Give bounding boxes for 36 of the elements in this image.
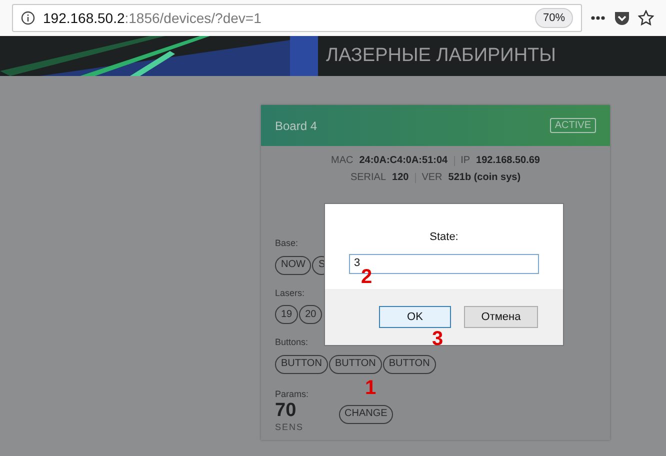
info-label: SERIAL: [350, 171, 386, 185]
pill-button[interactable]: BUTTON: [382, 354, 436, 374]
param-value: 70: [275, 401, 296, 421]
status-badge: ACTIVE: [550, 118, 596, 133]
pill-button[interactable]: BUTTON: [328, 354, 382, 374]
param-unit: SENS: [275, 421, 304, 434]
info-value: 24:0A:C4:0A:51:04: [359, 154, 448, 168]
more-icon[interactable]: [590, 15, 606, 21]
zoom-badge[interactable]: 70%: [534, 8, 573, 28]
cancel-button[interactable]: Отмена: [464, 306, 538, 328]
pill-button[interactable]: NOW: [275, 256, 312, 274]
site-title: ЛАЗЕРНЫЕ ЛАБИРИНТЫ: [326, 44, 556, 68]
info-value: 521b (coin sys): [448, 171, 521, 185]
ok-button[interactable]: OK: [379, 306, 451, 328]
pocket-icon[interactable]: [614, 10, 630, 26]
board-title: Board 4: [275, 118, 318, 134]
group-label: Buttons:: [275, 336, 308, 349]
info-value: 120: [392, 171, 409, 185]
info-label: IP: [460, 154, 470, 168]
info-icon[interactable]: [21, 11, 35, 25]
info-label: MAC: [330, 154, 354, 168]
annotation-number: 3: [432, 329, 444, 349]
pill-button[interactable]: 20: [299, 305, 322, 324]
pill-button[interactable]: BUTTON: [275, 354, 328, 374]
annotation-number: 1: [365, 378, 376, 398]
change-button[interactable]: CHANGE: [338, 404, 394, 424]
group-label: Lasers:: [275, 286, 305, 300]
group-label: Base:: [275, 237, 298, 250]
url-text: 192.168.50.2:1856/devices/?dev=1: [43, 8, 262, 28]
star-icon[interactable]: [638, 10, 654, 26]
params-label: Params:: [275, 388, 309, 400]
address-bar[interactable]: 192.168.50.2:1856/devices/?dev=1 70%: [12, 4, 582, 32]
pill-button[interactable]: 19: [275, 305, 298, 324]
prompt-label: State:: [430, 230, 458, 245]
info-label: VER: [422, 171, 442, 185]
info-value: 192.168.50.69: [476, 154, 540, 168]
